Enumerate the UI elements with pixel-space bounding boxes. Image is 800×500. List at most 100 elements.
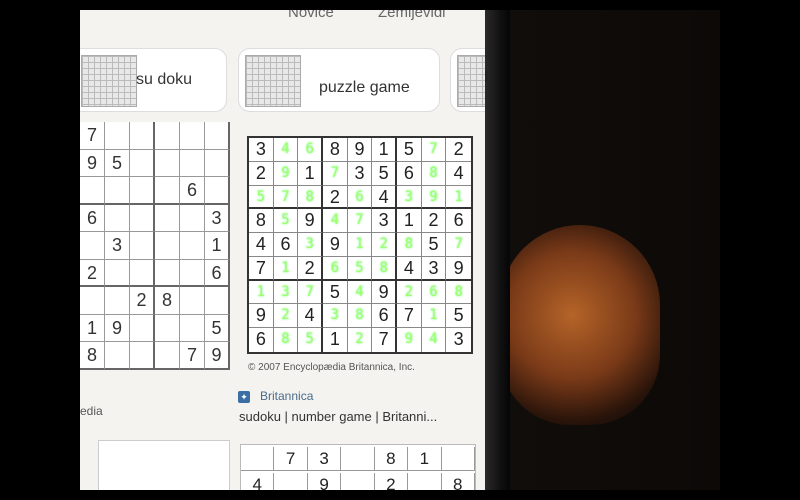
left-grid-cell (105, 177, 130, 205)
bottom-grid-cell (408, 473, 442, 490)
image-result-bottom-right[interactable]: 73 81 4 9 2 8 (240, 444, 476, 490)
left-grid-cell: 8 (80, 342, 105, 370)
sudoku-cell: 6 (446, 209, 471, 234)
left-grid-cell (105, 259, 130, 287)
left-grid-cell (205, 177, 230, 205)
sudoku-cell: 4 (446, 162, 471, 186)
chip-partial[interactable] (450, 48, 485, 112)
sudoku-cell: 2 (348, 328, 373, 352)
sudoku-cell: 2 (446, 138, 471, 162)
britannica-icon: ✦ (238, 391, 250, 403)
sudoku-cell: 3 (249, 138, 274, 162)
left-grid-cell (155, 232, 180, 260)
left-grid-cell: 3 (105, 232, 130, 260)
sudoku-cell: 7 (323, 161, 348, 186)
sudoku-cell: 7 (347, 209, 373, 234)
sudoku-cell: 7 (249, 256, 274, 281)
chip-su-doku[interactable]: su doku (80, 48, 227, 112)
sudoku-cell: 2 (397, 280, 422, 305)
nav-novice[interactable]: Novice (288, 10, 334, 21)
sudoku-cell: 4 (273, 138, 299, 162)
bottom-grid-cell (441, 447, 475, 471)
sudoku-cell: 8 (347, 304, 373, 329)
chip-label: su doku (136, 71, 193, 88)
sudoku-cell: 1 (347, 233, 373, 257)
sudoku-cell: 9 (372, 280, 397, 305)
sudoku-cell: 3 (421, 256, 447, 281)
bottom-grid-cell (241, 447, 275, 471)
left-grid-cell (155, 177, 180, 205)
chip-thumbnail (457, 55, 485, 107)
bottom-grid-cell (341, 473, 375, 490)
sudoku-cell: 8 (397, 233, 422, 257)
bottom-grid-cell (274, 473, 308, 490)
bottom-grid-cell: 2 (375, 473, 409, 490)
left-grid-cell (180, 314, 205, 342)
left-grid-cell (205, 122, 230, 150)
sudoku-cell: 5 (397, 138, 422, 162)
sudoku-cell: 9 (421, 185, 447, 210)
left-grid-cell: 1 (205, 232, 230, 260)
left-grid-cell: 8 (155, 287, 180, 315)
sudoku-cell: 4 (347, 280, 373, 305)
left-grid-cell: 5 (205, 314, 230, 342)
result-title[interactable]: sudoku | number game | Britanni... (239, 409, 437, 424)
sudoku-cell: 1 (421, 304, 447, 329)
sudoku-cell: 1 (323, 328, 348, 352)
left-grid-cell (130, 204, 155, 232)
left-grid-cell (130, 342, 155, 370)
sudoku-cell: 5 (273, 209, 299, 234)
sudoku-cell: 2 (372, 233, 397, 257)
chip-thumbnail (81, 55, 137, 107)
sudoku-cell: 5 (347, 256, 373, 281)
sudoku-cell: 5 (249, 185, 274, 210)
left-grid-cell: 2 (130, 287, 155, 315)
sudoku-cell: 3 (372, 209, 397, 234)
search-nav: Novice Zemljevidi (80, 10, 485, 30)
sudoku-cell: 7 (273, 185, 299, 210)
sudoku-cell: 6 (298, 138, 323, 162)
left-grid-cell (180, 149, 205, 177)
sudoku-cell: 5 (298, 328, 323, 352)
copyright-text: © 2007 Encyclopædia Britannica, Inc. (248, 362, 415, 373)
left-grid-cell (130, 314, 155, 342)
phone-edge (485, 10, 510, 490)
image-result-left-sudoku[interactable]: 795663312628195879 (80, 122, 230, 370)
sudoku-cell: 8 (446, 281, 471, 305)
sudoku-cell: 4 (422, 328, 447, 352)
left-grid-cell: 7 (180, 342, 205, 370)
left-grid-cell (205, 287, 230, 315)
sudoku-cell: 2 (273, 304, 299, 329)
sudoku-cell: 3 (397, 185, 422, 210)
bottom-grid-cell: 9 (308, 473, 342, 490)
sudoku-cell: 1 (273, 256, 299, 281)
sudoku-cell: 2 (298, 256, 323, 281)
sudoku-cell: 3 (347, 161, 373, 186)
nav-zemljevidi[interactable]: Zemljevidi (378, 10, 446, 21)
photo-scene: Novice Zemljevidi su doku puzzle game 79… (80, 10, 720, 490)
left-grid-cell: 3 (205, 204, 230, 232)
sudoku-cell: 4 (298, 304, 323, 329)
sudoku-cell: 9 (249, 304, 274, 329)
chip-puzzle-game[interactable]: puzzle game (238, 48, 440, 112)
image-result-bottom-left[interactable] (98, 440, 230, 490)
result-source-fragment[interactable]: edia (80, 404, 103, 418)
sudoku-cell: 9 (273, 161, 299, 186)
bottom-grid-cell: 3 (307, 447, 342, 471)
left-grid-cell (155, 204, 180, 232)
left-grid-cell (205, 149, 230, 177)
bottom-grid-cell: 8 (442, 473, 475, 490)
image-result-sudoku[interactable]: 3468915722917356845782643918594731264639… (247, 136, 473, 354)
sudoku-cell: 3 (298, 233, 323, 257)
sudoku-cell: 8 (249, 209, 274, 234)
sudoku-cell: 6 (397, 161, 422, 186)
left-grid-cell (155, 149, 180, 177)
left-grid-cell: 6 (180, 177, 205, 205)
sudoku-cell: 7 (421, 138, 447, 162)
left-grid-cell (155, 259, 180, 287)
sudoku-cell: 8 (372, 256, 397, 281)
bottom-grid-cell: 8 (374, 447, 409, 471)
result-source[interactable]: Britannica (260, 389, 313, 403)
left-grid-cell (80, 177, 105, 205)
sudoku-cell: 2 (421, 209, 447, 234)
